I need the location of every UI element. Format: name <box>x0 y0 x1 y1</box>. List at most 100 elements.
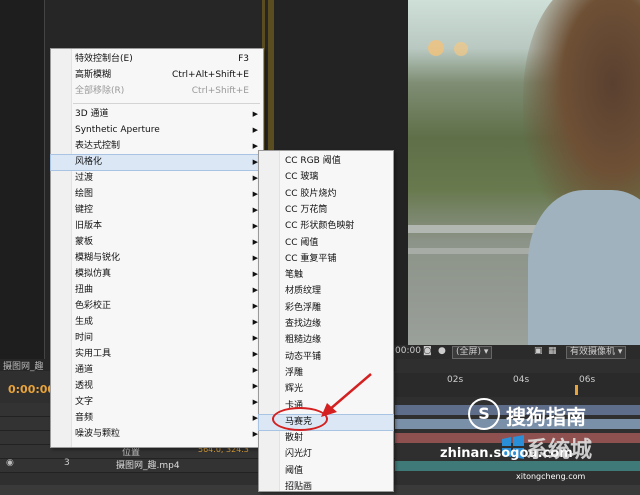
camera-select[interactable]: 有效摄像机 ▾ <box>566 346 627 359</box>
menu-item[interactable]: 模糊与锐化 ▶ <box>51 251 263 266</box>
menu-item[interactable]: 绘图 ▶ <box>51 187 263 202</box>
menu-item[interactable]: 高斯模糊 Ctrl+Alt+Shift+E <box>51 68 263 83</box>
guardrail <box>408 248 538 254</box>
menu-item[interactable]: 表达式控制 ▶ <box>51 139 263 154</box>
submenu-item-label: CC 玻璃 <box>285 172 319 183</box>
menu-item-label: Synthetic Aperture <box>75 125 160 135</box>
menu-item[interactable]: 3D 通道 ▶ <box>51 107 263 122</box>
menu-item-label: 扭曲 <box>75 285 94 295</box>
color-icon[interactable]: ● <box>438 346 446 356</box>
submenu-item[interactable]: 粗糙边缘 <box>259 333 393 348</box>
bokeh-light <box>428 40 444 56</box>
submenu-item[interactable]: 查找边缘 <box>259 317 393 332</box>
menu-item-label: 文字 <box>75 397 94 407</box>
submenu-item-label: CC RGB 阈值 <box>285 156 341 166</box>
resolution-select[interactable]: (全屏) ▾ <box>452 346 493 359</box>
composition-preview[interactable] <box>408 0 640 345</box>
sogou-watermark: S 搜狗指南 <box>462 396 640 430</box>
timeline-tab[interactable]: 摄图网_趣 <box>3 359 44 372</box>
menu-item-label: 3D 通道 <box>75 109 109 119</box>
menu-item-label: 表达式控制 <box>75 141 121 151</box>
submenu-item-label: CC 阈值 <box>285 237 319 248</box>
sogou-text: 搜狗指南 <box>506 405 586 429</box>
xitongcheng-text: 系统城 <box>526 438 593 463</box>
menu-item-label: 生成 <box>75 317 94 327</box>
menu-item[interactable]: 噪波与颗粒 ▶ <box>51 427 263 442</box>
xitongcheng-url: xitongcheng.com <box>516 472 586 481</box>
stylize-submenu: CC RGB 阈值 CC 玻璃 CC 胶片烧灼 CC 万花筒 CC 形状颜色映射 CC 阈… <box>258 150 394 492</box>
menu-item-label: 键控 <box>75 205 94 215</box>
submenu-item-label: 招贴画 <box>285 482 313 492</box>
menu-item[interactable]: 透视 ▶ <box>51 379 263 394</box>
menu-item[interactable]: 通道 ▶ <box>51 363 263 378</box>
xitongcheng-watermark: zhinan.sogou.com 系统城 xitongcheng.com <box>440 432 640 485</box>
layer-name[interactable]: 摄图网_趣.mp4 <box>116 458 180 471</box>
submenu-item-label: 粗糙边缘 <box>285 335 322 346</box>
menu-item-label: 绘图 <box>75 189 94 199</box>
submenu-item-label: 辉光 <box>285 384 304 395</box>
menu-item[interactable]: Synthetic Aperture ▶ <box>51 123 263 138</box>
menu-item[interactable]: 生成 ▶ <box>51 315 263 330</box>
menu-item[interactable]: 实用工具 ▶ <box>51 347 263 362</box>
menu-item[interactable]: 蒙板 ▶ <box>51 235 263 250</box>
annotation-arrow <box>321 373 372 417</box>
menu-item-shortcut: F3 <box>238 54 249 64</box>
region-icon[interactable]: ▣ <box>534 346 543 356</box>
submenu-item[interactable]: CC 玻璃 <box>259 170 393 185</box>
submenu-item[interactable]: 笔触 <box>259 268 393 283</box>
submenu-item[interactable]: 阈值 <box>259 464 393 479</box>
menu-item[interactable]: 模拟仿真 ▶ <box>51 267 263 282</box>
submenu-item-label: CC 重复平铺 <box>285 253 337 264</box>
menu-item[interactable]: 键控 ▶ <box>51 203 263 218</box>
submenu-item[interactable]: 闪光灯 <box>259 447 393 462</box>
menu-item[interactable]: 旧版本 ▶ <box>51 219 263 234</box>
playhead[interactable] <box>575 385 578 395</box>
submenu-item[interactable]: CC 形状颜色映射 <box>259 219 393 234</box>
submenu-item-label: 阈值 <box>285 465 304 476</box>
camera-snapshot-icon[interactable]: ◙ <box>423 346 432 356</box>
submenu-item[interactable]: CC RGB 阈值 <box>259 154 393 169</box>
time-ruler[interactable]: 02s 04s 06s <box>395 373 640 397</box>
sogou-logo-icon: S <box>468 398 500 430</box>
submenu-item-label: 浮雕 <box>285 367 304 378</box>
menu-item-label: 旧版本 <box>75 221 103 231</box>
grid-icon[interactable]: ▦ <box>548 346 557 356</box>
submenu-item-label: 散射 <box>285 433 304 444</box>
panel-column <box>0 0 45 370</box>
submenu-arrow-icon: ▶ <box>252 110 258 118</box>
submenu-item[interactable]: 彩色浮雕 <box>259 301 393 316</box>
menu-item[interactable]: 色彩校正 ▶ <box>51 299 263 314</box>
submenu-item-label: 闪光灯 <box>285 449 313 460</box>
submenu-item[interactable]: 招贴画 <box>259 480 393 495</box>
menu-item[interactable]: 过渡 ▶ <box>51 171 263 186</box>
submenu-item-label: 查找边缘 <box>285 319 322 329</box>
menu-item[interactable]: 全部移除(R) Ctrl+Shift+E <box>51 84 263 99</box>
submenu-item[interactable]: CC 阈值 <box>259 236 393 251</box>
menu-item[interactable]: 音频 ▶ <box>51 411 263 426</box>
menu-item-label: 噪波与颗粒 <box>75 429 121 439</box>
current-time[interactable]: 0:00:00 <box>8 383 55 396</box>
submenu-item[interactable]: CC 胶片烧灼 <box>259 187 393 202</box>
submenu-item[interactable]: 动态平铺 <box>259 350 393 365</box>
menu-item[interactable]: 时间 ▶ <box>51 331 263 346</box>
submenu-item-label: 材质纹理 <box>285 286 322 297</box>
eye-icon[interactable]: ◉ <box>6 458 14 468</box>
submenu-item[interactable]: 散射 <box>259 431 393 446</box>
submenu-item[interactable]: CC 重复平铺 <box>259 252 393 267</box>
camera-label: 有效摄像机 <box>570 347 616 357</box>
submenu-item[interactable]: CC 万花筒 <box>259 203 393 218</box>
submenu-item[interactable]: 材质纹理 <box>259 284 393 299</box>
menu-item[interactable]: 扭曲 ▶ <box>51 283 263 298</box>
menu-item-label: 透视 <box>75 381 94 391</box>
viewer-timecode[interactable]: 00:00 <box>395 346 421 356</box>
bokeh-light <box>454 42 468 56</box>
menu-item[interactable]: 风格化 ▶ <box>50 154 264 171</box>
menu-item-label: 特效控制台(E) <box>75 54 133 64</box>
menu-item[interactable]: 文字 ▶ <box>51 395 263 410</box>
menu-item-shortcut: Ctrl+Shift+E <box>191 86 249 96</box>
effect-context-menu: 特效控制台(E) F3 高斯模糊 Ctrl+Alt+Shift+E 全部移除(R) Ctr… <box>50 48 264 448</box>
menu-item-label: 全部移除(R) <box>75 86 125 96</box>
ruler-tick: 04s <box>513 375 530 385</box>
resolution-label: (全屏) <box>456 347 482 357</box>
menu-item[interactable]: 特效控制台(E) F3 <box>51 52 263 67</box>
